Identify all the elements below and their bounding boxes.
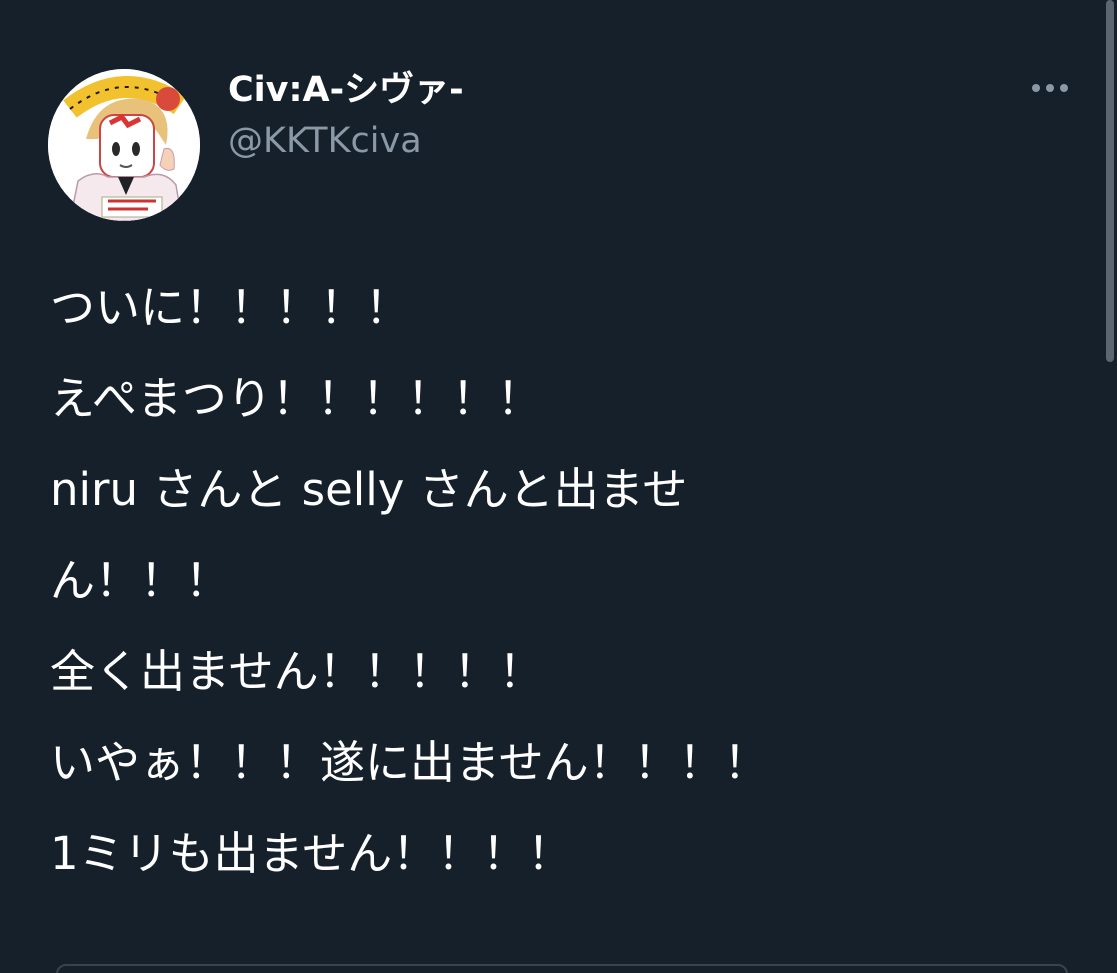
tweet-text: ついに！！！！！ えぺまつり！！！！！！ niru さんと selly さんと出… (50, 262, 1050, 899)
tweet-text-line: えぺまつり！！！！！！ (50, 372, 542, 425)
author-display-name[interactable]: Civ:A-シヴァ- (228, 68, 464, 112)
tweet-text-line: いやぁ！！！遂に出ません！！！！ (50, 736, 769, 789)
tweet-text-line: ついに！！！！！ (50, 281, 411, 334)
more-horizontal-icon-dot (1060, 84, 1068, 92)
user-avatar-icon (48, 69, 200, 221)
tweet-text-line: 全く出ません！！！！！ (50, 645, 544, 698)
tweet-text-line: ん！！！ (50, 554, 231, 607)
author-handle[interactable]: @KKTKciva (228, 119, 422, 163)
more-horizontal-icon-dot (1046, 84, 1054, 92)
author-avatar[interactable] (48, 69, 200, 221)
tweet: Civ:A-シヴァ- @KKTKciva ついに！！！！！ えぺまつり！！！！！… (0, 0, 1117, 973)
more-horizontal-icon (1032, 84, 1040, 92)
scrollbar-thumb[interactable] (1106, 0, 1114, 362)
tweet-text-line: 1ミリも出ません！！！！ (50, 827, 573, 880)
tweet-text-line: niru さんと selly さんと出ませ (50, 463, 688, 516)
embedded-card-edge[interactable] (56, 964, 1068, 973)
more-options-button[interactable] (1022, 70, 1078, 106)
